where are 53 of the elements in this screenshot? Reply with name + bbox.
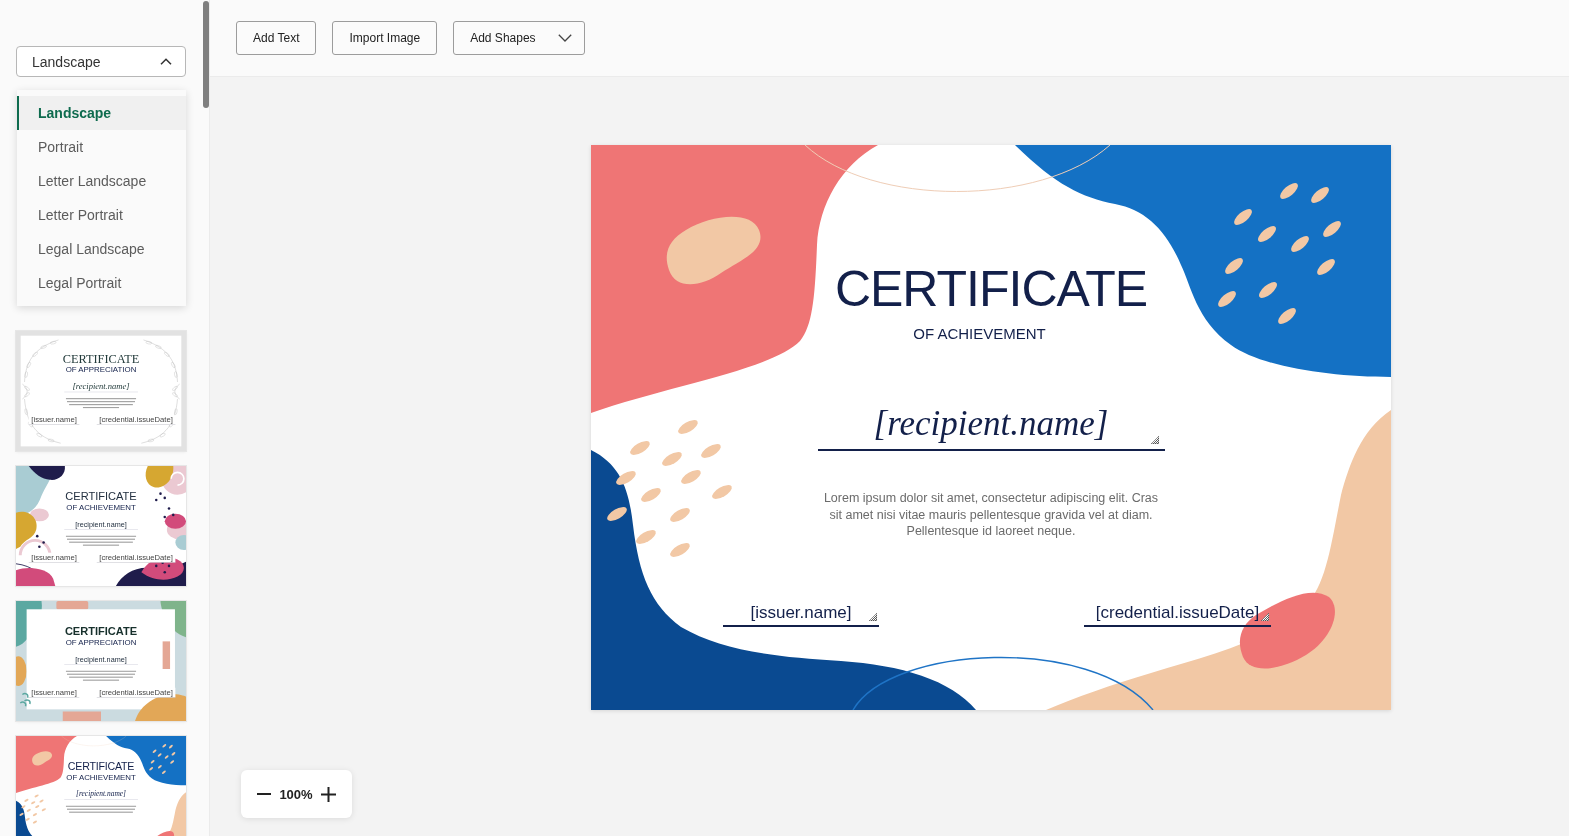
menu-option[interactable]: Letter Landscape xyxy=(17,164,186,198)
dash-mark xyxy=(1323,221,1341,237)
dash-mark xyxy=(712,485,732,499)
resize-grip-icon[interactable] xyxy=(869,612,877,621)
dash-mark xyxy=(701,444,721,458)
dash-mark xyxy=(681,470,701,484)
toolbar-button[interactable]: Import Image xyxy=(332,21,438,55)
body-text: Lorem ipsum dolor sit amet, consectetur adipiscing elit. Cras sit amet nisi vitae mauris pellentesque gravida vel at diam. Pellentesque id laoreet neque. xyxy=(822,490,1160,540)
dash-mark xyxy=(616,471,636,485)
certificate-title: CERTIFICATE xyxy=(65,490,137,503)
dash-mark xyxy=(662,452,682,466)
dash-mark xyxy=(1311,187,1329,203)
dash-mark xyxy=(1280,183,1298,199)
menu-option[interactable]: Legal Portrait xyxy=(17,266,186,300)
dash-mark xyxy=(1291,236,1309,252)
dash-mark xyxy=(1317,259,1335,275)
resize-grip-icon[interactable] xyxy=(1150,436,1159,444)
issue-date-field[interactable]: [credential.issueDate] xyxy=(1084,600,1271,627)
dash-mark xyxy=(1258,226,1276,242)
zoom-level-text: 100% xyxy=(279,786,313,802)
dash-mark xyxy=(678,420,698,434)
zoom-in-button[interactable] xyxy=(320,786,336,802)
chevron-up-icon xyxy=(160,58,172,65)
plus-icon xyxy=(320,786,336,802)
minus-icon xyxy=(257,793,272,795)
menu-option[interactable]: Legal Landscape xyxy=(17,232,186,266)
certificate-title: CERTIFICATE xyxy=(64,625,138,638)
dash-mark xyxy=(636,530,656,544)
dash-mark xyxy=(670,508,690,522)
dash-mark xyxy=(1234,209,1252,225)
chevron-down-icon xyxy=(557,34,572,42)
certificate-title: CERTIFICATE xyxy=(834,261,1148,317)
menu-option[interactable]: Letter Portrait xyxy=(17,198,186,232)
issuer-name-field[interactable]: [issuer.name] xyxy=(723,600,879,627)
dash-mark xyxy=(641,488,661,502)
recipient-field[interactable]: [recipient.name] xyxy=(817,399,1165,451)
dropdown-button[interactable]: Add Shapes xyxy=(453,21,585,55)
certificate-title: CERTIFICATE xyxy=(62,353,140,365)
dash-mark xyxy=(630,441,650,455)
resize-grip-icon[interactable] xyxy=(1261,612,1269,621)
dash-mark xyxy=(670,543,690,557)
toolbar-button[interactable]: Add Text xyxy=(236,21,317,55)
dash-mark xyxy=(1225,258,1243,274)
scrollbar-thumb[interactable] xyxy=(203,1,209,108)
menu-option[interactable]: Portrait xyxy=(17,130,186,164)
dash-mark xyxy=(1218,291,1236,307)
dash-mark xyxy=(1259,282,1277,298)
dash-mark xyxy=(1278,308,1296,324)
certificate-subtitle: OF ACHIEVEMENT xyxy=(913,324,1046,344)
certificate-title: CERTIFICATE xyxy=(67,760,135,773)
layout-select[interactable]: Landscape xyxy=(16,46,186,77)
menu-option[interactable]: Landscape xyxy=(17,96,186,130)
dash-mark xyxy=(607,507,627,521)
